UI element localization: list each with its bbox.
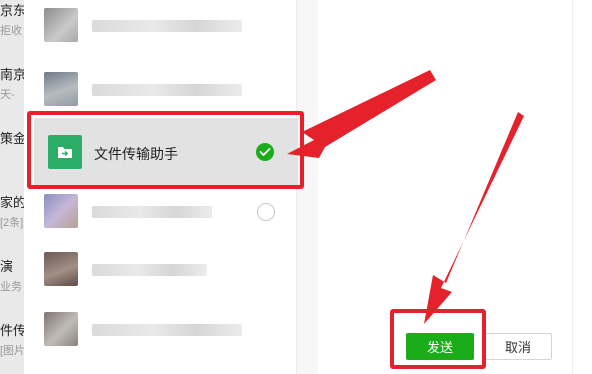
annotation-arrows: [287, 70, 524, 324]
annotation-arrow: [424, 112, 524, 324]
annotation-arrow: [287, 70, 436, 158]
